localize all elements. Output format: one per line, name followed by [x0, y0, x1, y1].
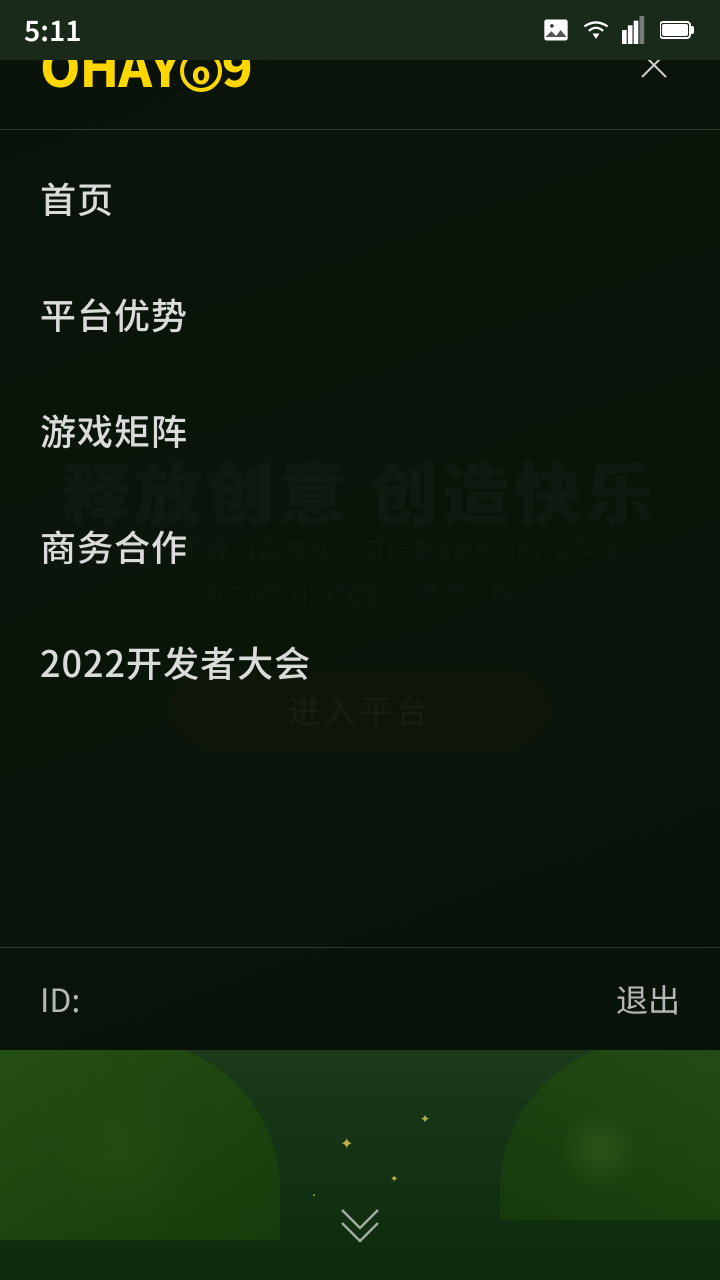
sparkle-4: ·	[310, 1190, 318, 1201]
nav-menu: 首页 平台优势 游戏矩阵 商务合作 2022开发者大会	[0, 130, 720, 730]
status-time: 5:11	[24, 10, 81, 50]
nav-item-developer-conference[interactable]: 2022开发者大会	[0, 604, 720, 720]
leaf-decoration-right	[500, 1050, 720, 1220]
status-icons	[542, 16, 696, 44]
sparkle-3: ✦	[420, 1110, 430, 1127]
image-icon	[542, 16, 570, 44]
bottom-area: ✦ ✦ ✦ ·	[0, 1050, 720, 1280]
scroll-down-chevron[interactable]	[330, 1195, 390, 1260]
logout-button[interactable]: 退出	[616, 976, 680, 1022]
leaf-decoration-left	[0, 1050, 280, 1240]
sparkle-1: ✦	[340, 1130, 353, 1154]
sparkle-2: ✦	[390, 1170, 398, 1185]
battery-icon	[660, 16, 696, 44]
status-bar: 5:11	[0, 0, 720, 60]
nav-item-platform-advantage[interactable]: 平台优势	[0, 256, 720, 372]
signal-icon	[622, 16, 650, 44]
nav-item-game-matrix[interactable]: 游戏矩阵	[0, 372, 720, 488]
menu-footer: ID: 退出	[0, 947, 720, 1050]
wifi-icon	[580, 16, 612, 44]
menu-panel: OHAYo9 首页 平台优势 游戏矩阵 商务合作 2022开发者大会 ID: 退…	[0, 0, 720, 1050]
nav-item-home[interactable]: 首页	[0, 140, 720, 256]
nav-item-business-cooperation[interactable]: 商务合作	[0, 488, 720, 604]
user-id: ID:	[40, 976, 80, 1022]
